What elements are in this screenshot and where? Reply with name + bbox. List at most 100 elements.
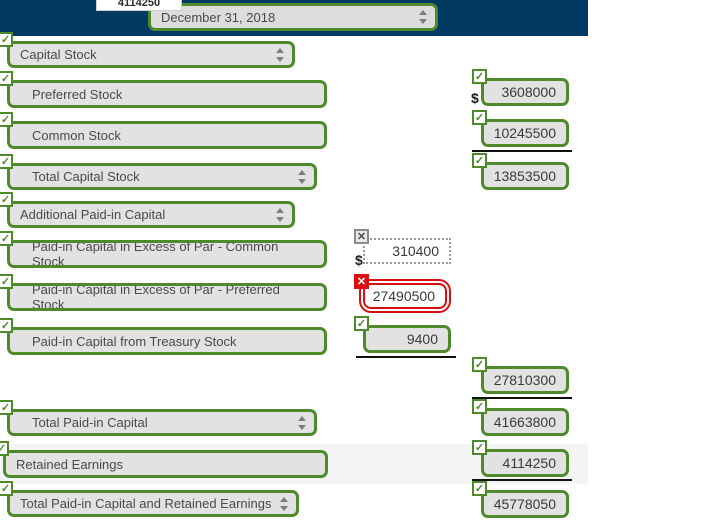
apic-excess-par-preferred-value-input[interactable]: 27490500	[363, 283, 447, 309]
row-apic-treasury-stock-value[interactable]: ✓ 9400	[354, 316, 451, 353]
dollar-sign-preferred-stock: $	[471, 90, 479, 106]
spinner-arrows-icon[interactable]	[275, 47, 284, 62]
row-apic-treasury-stock-label[interactable]: ✓ Paid-in Capital from Treasury Stock	[0, 318, 327, 355]
row-total-capital-stock-value[interactable]: ✓ 13853500	[472, 153, 569, 190]
total-paid-in-capital-select[interactable]: Total Paid-in Capital	[7, 409, 317, 436]
apic-excess-par-common-label-input[interactable]: Paid-in Capital in Excess of Par - Commo…	[7, 240, 327, 268]
status-badge-valid-icon: ✓	[0, 32, 13, 47]
total-capital-stock-value-input[interactable]: 13853500	[481, 162, 569, 190]
apic-treasury-stock-label-input[interactable]: Paid-in Capital from Treasury Stock	[7, 327, 327, 355]
dollar-sign-apic-common: $	[355, 252, 363, 268]
apic-excess-par-preferred-value: 27490500	[372, 288, 435, 304]
apic-treasury-stock-value: 9400	[406, 331, 438, 347]
retained-earnings-value-input[interactable]: 4114250	[481, 449, 569, 477]
common-stock-value: 10245500	[493, 125, 556, 141]
spinner-arrows-icon[interactable]	[418, 10, 427, 24]
spinner-arrows-icon[interactable]	[279, 496, 288, 511]
total-capital-stock-label: Total Capital Stock	[32, 169, 140, 184]
preferred-stock-label-input[interactable]: Preferred Stock	[7, 80, 327, 108]
preferred-stock-value: 3608000	[501, 84, 556, 100]
row-total-paid-in-capital-value[interactable]: ✓ 41663800	[472, 399, 569, 436]
status-badge-valid-icon: ✓	[0, 112, 13, 127]
total-paid-in-and-retained-select[interactable]: Total Paid-in Capital and Retained Earni…	[7, 490, 299, 517]
total-paid-in-and-retained-value: 45778050	[493, 496, 556, 512]
spinner-arrows-icon[interactable]	[297, 169, 306, 184]
total-paid-in-capital-value-input[interactable]: 41663800	[481, 408, 569, 436]
status-badge-valid-icon: ✓	[0, 318, 13, 333]
row-apic-excess-par-preferred-value[interactable]: ✕ 27490500	[354, 274, 447, 309]
row-total-additional-paid-in-capital-value[interactable]: ✓ 27810300	[472, 357, 569, 394]
apic-treasury-stock-value-input[interactable]: 9400	[363, 325, 451, 353]
total-paid-in-capital-value: 41663800	[493, 414, 556, 430]
row-apic-excess-par-common-label[interactable]: ✓ Paid-in Capital in Excess of Par - Com…	[0, 231, 327, 268]
subtotal-rule-capital-stock	[472, 150, 572, 152]
spinner-arrows-icon[interactable]	[297, 415, 306, 430]
status-badge-valid-icon: ✓	[472, 153, 487, 168]
additional-paid-in-capital-section-label: Additional Paid-in Capital	[20, 207, 166, 222]
status-badge-valid-icon: ✓	[472, 481, 487, 496]
apic-excess-par-preferred-label: Paid-in Capital in Excess of Par - Prefe…	[32, 283, 280, 311]
total-capital-stock-select[interactable]: Total Capital Stock	[7, 163, 317, 190]
status-badge-valid-icon: ✓	[0, 154, 13, 169]
common-stock-label-input[interactable]: Common Stock	[7, 121, 327, 149]
spinner-arrows-icon[interactable]	[275, 207, 284, 222]
apic-excess-par-common-value-input[interactable]: 310400	[363, 238, 451, 264]
preferred-stock-value-input[interactable]: 3608000	[481, 78, 569, 106]
row-common-stock-label[interactable]: ✓ Common Stock	[0, 112, 327, 149]
apic-excess-par-common-label: Paid-in Capital in Excess of Par - Commo…	[32, 240, 279, 268]
capital-stock-section-label: Capital Stock	[20, 47, 97, 62]
preferred-stock-label: Preferred Stock	[32, 86, 123, 102]
total-additional-paid-in-capital-value-input[interactable]: 27810300	[481, 366, 569, 394]
additional-paid-in-capital-section-select[interactable]: Additional Paid-in Capital	[7, 201, 295, 228]
status-badge-valid-icon: ✓	[0, 231, 13, 246]
apic-treasury-stock-label: Paid-in Capital from Treasury Stock	[32, 333, 237, 349]
row-total-paid-in-and-retained-value[interactable]: ✓ 45778050	[472, 481, 569, 518]
subtotal-rule-retained-earnings	[472, 479, 572, 481]
row-preferred-stock-label[interactable]: ✓ Preferred Stock	[0, 71, 327, 108]
status-badge-valid-icon: ✓	[0, 441, 9, 456]
status-badge-valid-icon: ✓	[0, 481, 13, 496]
row-additional-paid-in-capital-section[interactable]: ✓ Additional Paid-in Capital	[0, 192, 295, 228]
row-apic-excess-par-preferred-label[interactable]: ✓ Paid-in Capital in Excess of Par - Pre…	[0, 274, 327, 311]
capital-stock-section-select[interactable]: Capital Stock	[7, 41, 295, 68]
common-stock-value-input[interactable]: 10245500	[481, 119, 569, 147]
period-select-value: December 31, 2018	[161, 9, 276, 25]
row-common-stock-value[interactable]: ✓ 10245500	[472, 110, 569, 147]
status-badge-valid-icon: ✓	[472, 110, 487, 125]
row-retained-earnings-label[interactable]: ✓ Retained Earnings	[0, 441, 328, 478]
status-badge-valid-icon: ✓	[0, 400, 13, 415]
status-badge-valid-icon: ✓	[472, 69, 487, 84]
status-badge-valid-icon: ✓	[0, 274, 13, 289]
period-select-field[interactable]: December 31, 2018	[148, 3, 438, 31]
value-tooltip: 4114250	[96, 0, 182, 11]
total-paid-in-capital-label: Total Paid-in Capital	[32, 415, 148, 430]
row-total-capital-stock[interactable]: ✓ Total Capital Stock	[0, 154, 317, 190]
row-apic-excess-par-common-value[interactable]: ✕ 310400	[354, 229, 451, 264]
status-badge-valid-icon: ✓	[0, 71, 13, 86]
total-paid-in-and-retained-label: Total Paid-in Capital and Retained Earni…	[20, 496, 272, 511]
row-total-paid-in-and-retained[interactable]: ✓ Total Paid-in Capital and Retained Ear…	[0, 481, 299, 517]
retained-earnings-value: 4114250	[502, 455, 556, 471]
retained-earnings-label: Retained Earnings	[16, 456, 123, 472]
status-badge-valid-icon: ✓	[472, 399, 487, 414]
common-stock-label: Common Stock	[32, 127, 121, 143]
row-retained-earnings-value[interactable]: ✓ 4114250	[472, 440, 569, 477]
status-badge-valid-icon: ✓	[354, 316, 369, 331]
apic-excess-par-common-value: 310400	[392, 243, 439, 259]
status-badge-valid-icon: ✓	[472, 357, 487, 372]
status-badge-disabled-icon: ✕	[354, 229, 369, 244]
period-select[interactable]: December 31, 2018	[148, 3, 438, 31]
retained-earnings-label-input[interactable]: Retained Earnings	[3, 450, 328, 478]
row-preferred-stock-value[interactable]: ✓ 3608000	[472, 69, 569, 106]
apic-excess-par-preferred-label-input[interactable]: Paid-in Capital in Excess of Par - Prefe…	[7, 283, 327, 311]
row-capital-stock-section[interactable]: ✓ Capital Stock	[0, 32, 295, 68]
status-badge-error-icon: ✕	[354, 274, 369, 289]
subtotal-rule-total-additional-paid-in	[472, 397, 572, 399]
total-paid-in-and-retained-value-input[interactable]: 45778050	[481, 490, 569, 518]
status-badge-valid-icon: ✓	[472, 440, 487, 455]
status-badge-valid-icon: ✓	[0, 192, 13, 207]
total-capital-stock-value: 13853500	[493, 168, 556, 184]
subtotal-rule-additional-paid-in	[356, 356, 456, 358]
total-additional-paid-in-capital-value: 27810300	[493, 372, 556, 388]
row-total-paid-in-capital[interactable]: ✓ Total Paid-in Capital	[0, 400, 317, 436]
